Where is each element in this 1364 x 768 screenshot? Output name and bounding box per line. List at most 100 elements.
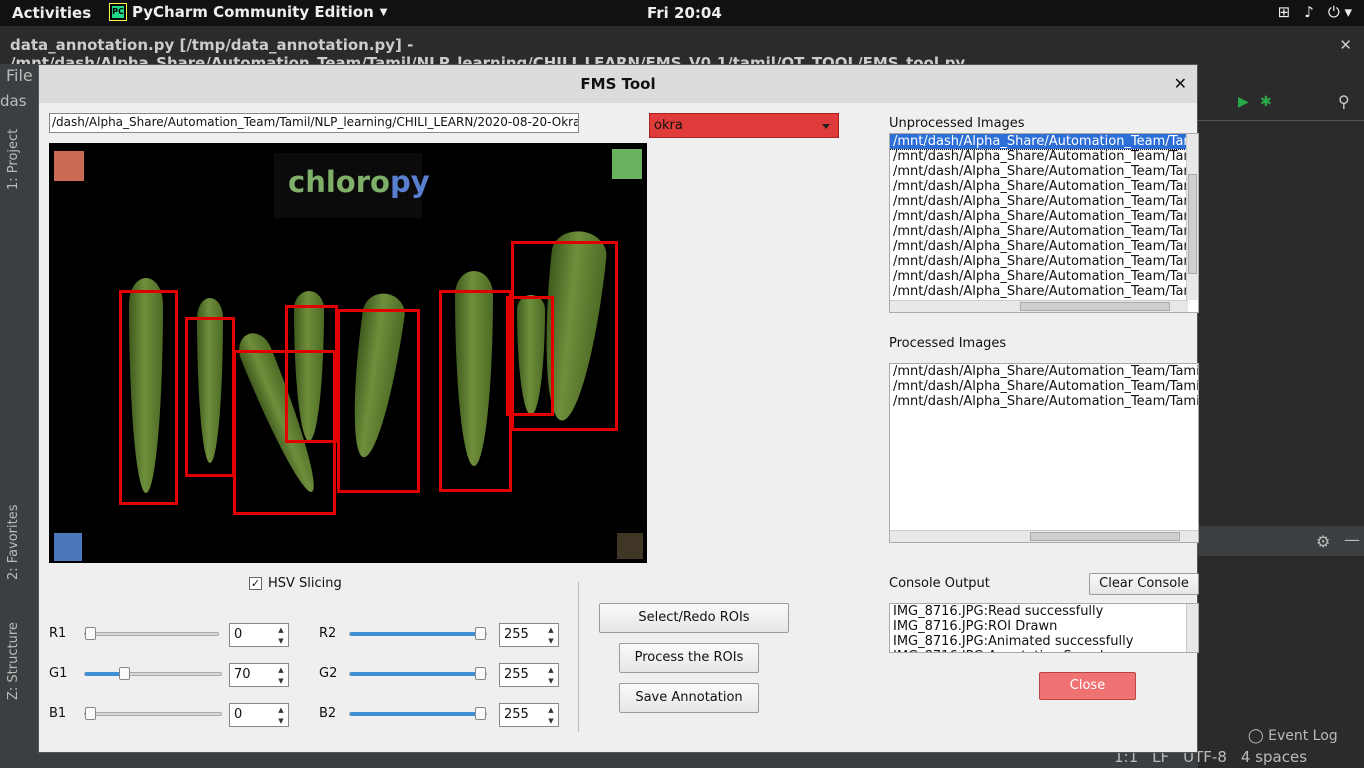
list-item[interactable]: /mnt/dash/Alpha_Share/Automation_Team/Ta…	[890, 394, 1198, 409]
debug-icon[interactable]: ✱	[1260, 94, 1272, 110]
slider-r2[interactable]	[349, 627, 487, 640]
spinbox-g1[interactable]: 70 ▲ ▼	[229, 663, 289, 687]
volume-icon: ♪	[1304, 3, 1314, 21]
tab-project[interactable]: 1: Project	[6, 129, 21, 190]
category-value: okra	[654, 118, 683, 133]
slider-r1[interactable]	[84, 627, 219, 640]
chevron-down-icon	[822, 124, 830, 129]
roi-box[interactable]	[337, 309, 420, 493]
list-item[interactable]: /mnt/dash/Alpha_Share/Automation_Team/Ta…	[890, 379, 1198, 394]
roi-box[interactable]	[119, 290, 178, 505]
roi-box[interactable]	[185, 317, 235, 477]
network-icon: ⊞	[1277, 3, 1291, 21]
slider-handle[interactable]	[475, 667, 486, 680]
scroll-thumb[interactable]	[1030, 532, 1180, 541]
event-log[interactable]: ◯ Event Log	[1248, 728, 1338, 744]
vertical-scrollbar[interactable]	[1186, 134, 1198, 300]
slider-label-g2: G2	[319, 666, 338, 681]
run-icon[interactable]: ▶	[1238, 94, 1249, 110]
dialog-title: FMS Tool	[580, 75, 656, 93]
tab-favorites[interactable]: 2: Favorites	[6, 504, 21, 580]
roi-box[interactable]	[285, 305, 338, 443]
slider-b2[interactable]	[349, 707, 487, 720]
list-item[interactable]: /mnt/dash/Alpha_Share/Automation_Team/Ta…	[890, 254, 1198, 269]
image-preview[interactable]: chloropy	[49, 143, 647, 563]
activities-button[interactable]: Activities	[12, 4, 91, 22]
minimize-icon[interactable]: —	[1344, 530, 1360, 549]
list-item[interactable]: IMG_8716.JPG:Read successfully	[890, 604, 1198, 619]
list-item[interactable]: IMG_8716.JPG:Animated successfully	[890, 634, 1198, 649]
category-dropdown[interactable]: okra	[649, 113, 839, 138]
scroll-thumb[interactable]	[1020, 302, 1170, 311]
slider-handle[interactable]	[475, 627, 486, 640]
save-annotation-button[interactable]: Save Annotation	[619, 683, 759, 713]
list-item[interactable]: /mnt/dash/Alpha_Share/Automation_Team/Ta…	[890, 269, 1198, 284]
chloropy-logo: chloropy	[274, 153, 430, 218]
spinbox-r2[interactable]: 255 ▲ ▼	[499, 623, 559, 647]
project-crumb[interactable]: das	[0, 92, 27, 110]
process-rois-button[interactable]: Process the ROIs	[619, 643, 759, 673]
list-item[interactable]: /mnt/dash/Alpha_Share/Automation_Team/Ta…	[890, 364, 1198, 379]
select-redo-rois-button[interactable]: Select/Redo ROIs	[599, 603, 789, 633]
list-item[interactable]: /mnt/dash/Alpha_Share/Automation_Team/Ta…	[890, 209, 1198, 224]
spinbox-b2[interactable]: 255 ▲ ▼	[499, 703, 559, 727]
list-item[interactable]: /mnt/dash/Alpha_Share/Automation_Team/Ta…	[890, 134, 1198, 150]
close-button[interactable]: Close	[1039, 672, 1136, 700]
close-icon[interactable]: ✕	[1174, 65, 1187, 103]
list-item[interactable]: /mnt/dash/Alpha_Share/Automation_Team/Ta…	[890, 164, 1198, 179]
app-menu[interactable]: PC PyCharm Community Edition ▼	[109, 3, 387, 21]
menu-file[interactable]: File	[6, 66, 33, 85]
fms-tool-dialog: FMS Tool ✕ /dash/Alpha_Share/Automation_…	[38, 64, 1199, 753]
ide-window-titlebar: data_annotation.py [/tmp/data_annotation…	[0, 26, 1364, 72]
gear-icon[interactable]: ⚙	[1316, 532, 1330, 551]
processed-list[interactable]: /mnt/dash/Alpha_Share/Automation_Team/Ta…	[889, 363, 1199, 543]
list-item[interactable]: /mnt/dash/Alpha_Share/Automation_Team/Ta…	[890, 179, 1198, 194]
slider-g2[interactable]	[349, 667, 487, 680]
slider-b1[interactable]	[84, 707, 222, 720]
list-item[interactable]: IMG_8716.JPG:Annotation Saved	[890, 649, 1198, 652]
list-item[interactable]: /mnt/dash/Alpha_Share/Automation_Team/Ta…	[890, 239, 1198, 254]
processed-rows: /mnt/dash/Alpha_Share/Automation_Team/Ta…	[890, 364, 1198, 409]
close-icon[interactable]: ✕	[1339, 36, 1352, 54]
spinbox-r1[interactable]: 0 ▲ ▼	[229, 623, 289, 647]
slider-label-r1: R1	[49, 626, 67, 641]
slider-handle[interactable]	[85, 707, 96, 720]
color-card-noise	[617, 533, 643, 559]
slider-handle[interactable]	[475, 707, 486, 720]
vertical-scrollbar[interactable]	[1186, 604, 1198, 652]
clock[interactable]: Fri 20:04	[647, 4, 722, 22]
unprocessed-list[interactable]: /mnt/dash/Alpha_Share/Automation_Team/Ta…	[889, 133, 1199, 313]
list-item[interactable]: /mnt/dash/Alpha_Share/Automation_Team/Ta…	[890, 284, 1198, 299]
horizontal-scrollbar[interactable]	[890, 300, 1188, 312]
divider	[578, 582, 579, 732]
pycharm-icon: PC	[109, 3, 127, 21]
slider-fill	[350, 632, 480, 636]
slider-label-g1: G1	[49, 666, 68, 681]
list-item[interactable]: /mnt/dash/Alpha_Share/Automation_Team/Ta…	[890, 194, 1198, 209]
path-input[interactable]: /dash/Alpha_Share/Automation_Team/Tamil/…	[49, 113, 579, 133]
tab-structure[interactable]: Z: Structure	[6, 622, 21, 700]
system-tray[interactable]: ⊞ ♪ ⏻ ▾	[1278, 3, 1352, 21]
slider-handle[interactable]	[118, 667, 130, 680]
dialog-titlebar: FMS Tool ✕	[39, 65, 1197, 103]
list-item[interactable]: IMG_8716.JPG:ROI Drawn	[890, 619, 1198, 634]
horizontal-scrollbar[interactable]	[890, 530, 1198, 542]
unprocessed-label: Unprocessed Images	[889, 116, 1025, 131]
event-log-label: Event Log	[1268, 728, 1338, 744]
list-item[interactable]: /mnt/dash/Alpha_Share/Automation_Team/Ta…	[890, 224, 1198, 239]
spinbox-g2[interactable]: 255 ▲ ▼	[499, 663, 559, 687]
search-icon[interactable]: ⚲	[1338, 92, 1350, 111]
scroll-thumb[interactable]	[1188, 174, 1197, 274]
system-topbar: Activities PC PyCharm Community Edition …	[0, 0, 1364, 26]
slider-handle[interactable]	[85, 627, 96, 640]
roi-box[interactable]	[511, 241, 618, 431]
console-output[interactable]: IMG_8716.JPG:Read successfully IMG_8716.J…	[889, 603, 1199, 653]
slider-fill	[350, 672, 480, 676]
status-indent[interactable]: 4 spaces	[1241, 748, 1307, 766]
clear-console-button[interactable]: Clear Console	[1089, 573, 1199, 595]
list-item[interactable]: /mnt/dash/Alpha_Share/Automation_Team/Ta…	[890, 149, 1198, 164]
slider-g1[interactable]	[84, 667, 222, 680]
roi-box[interactable]	[439, 290, 512, 492]
hsv-slicing-checkbox[interactable]: ✓ HSV Slicing	[249, 576, 342, 591]
spinbox-b1[interactable]: 0 ▲ ▼	[229, 703, 289, 727]
